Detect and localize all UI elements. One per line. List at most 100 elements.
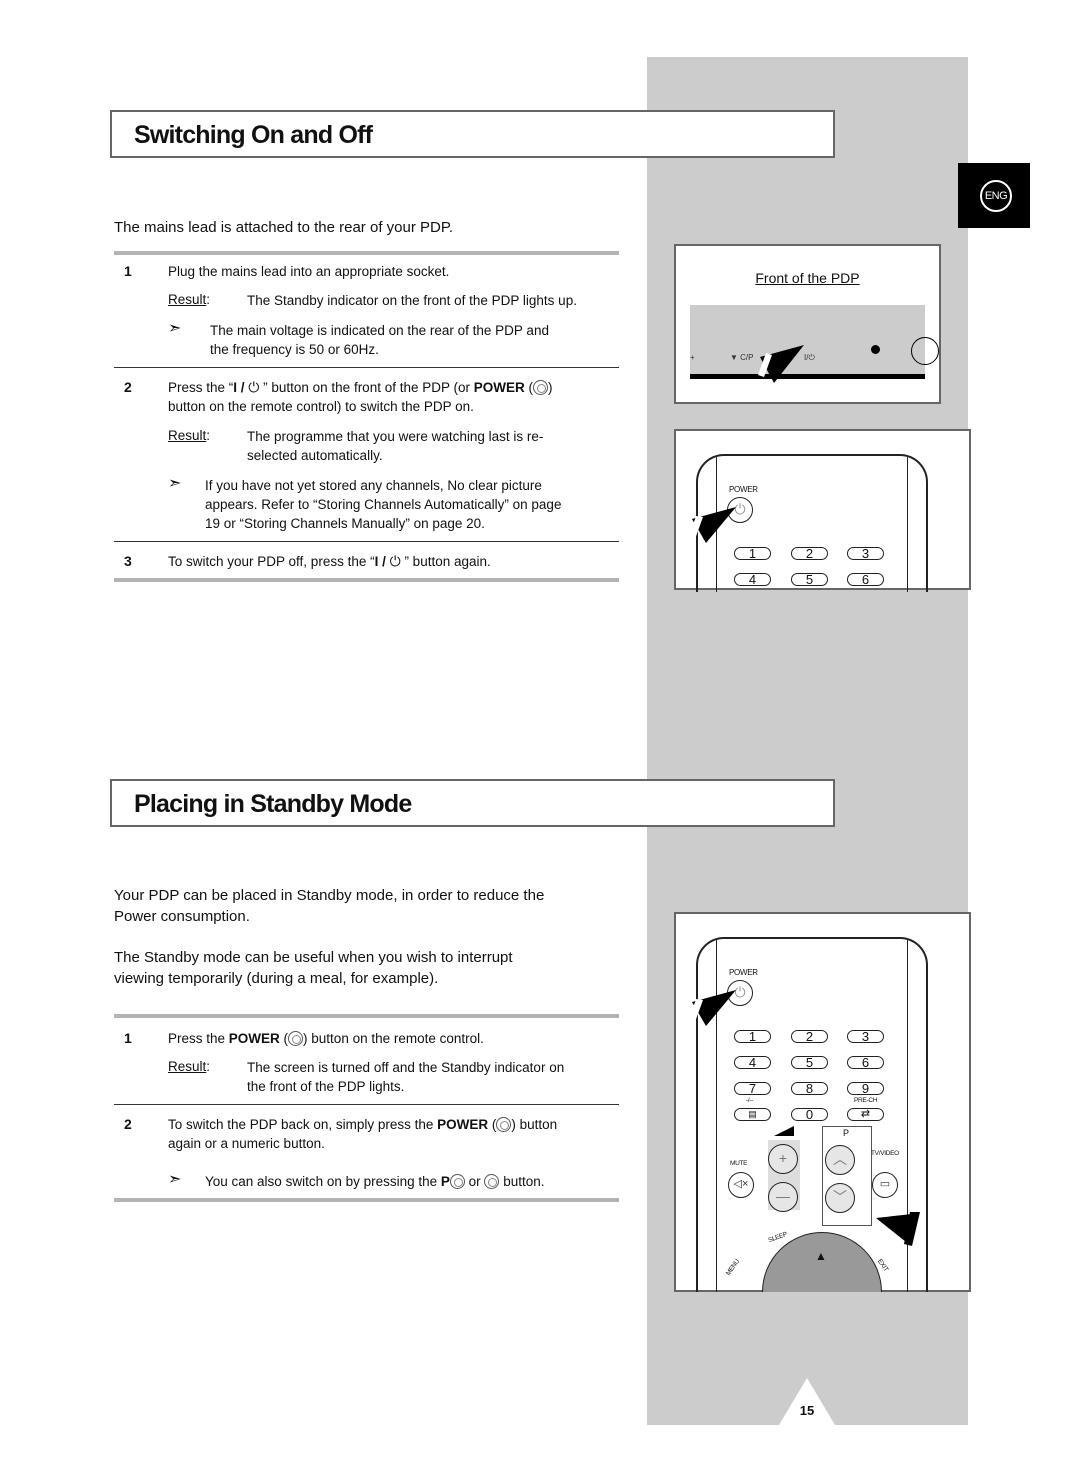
number-button-4[interactable]: 4	[734, 573, 771, 586]
text-fragment: To switch your PDP off, press the “	[168, 554, 375, 569]
channel-up-icon	[449, 1174, 465, 1189]
divider-thin	[114, 367, 619, 368]
tvvideo-button[interactable]: ▭	[872, 1172, 898, 1198]
standby-icon: ⏻	[389, 553, 401, 569]
p-label: P	[440, 1174, 450, 1189]
panel-sensor-icon	[911, 337, 939, 365]
text-fragment: (	[524, 380, 534, 395]
number-button-1[interactable]: 1	[734, 1030, 771, 1043]
dash-button[interactable]: ▤	[734, 1108, 771, 1121]
prech-button[interactable]: ⇄	[847, 1108, 884, 1121]
channel-up-button[interactable]: ︿	[825, 1145, 855, 1175]
text-fragment: or	[464, 1174, 485, 1189]
number-button-6[interactable]: 6	[847, 1056, 884, 1069]
step-number: 3	[124, 553, 132, 569]
note-text: You can also switch on by pressing the P…	[205, 1172, 544, 1191]
section-header-standby: Placing in Standby Mode	[110, 779, 835, 827]
result-text: The Standby indicator on the front of th…	[247, 293, 577, 308]
step-number: 1	[124, 1030, 132, 1046]
number-button-0[interactable]: 0	[791, 1108, 828, 1121]
channel-down-button[interactable]: ﹀	[825, 1183, 855, 1213]
section-intro: The Standby mode can be useful when you …	[114, 949, 513, 966]
power-label: POWER	[228, 1031, 280, 1046]
result-label: Result	[168, 292, 210, 307]
number-button-6[interactable]: 6	[847, 573, 884, 586]
result-label: Result	[168, 428, 210, 443]
channel-down-icon	[484, 1174, 500, 1189]
result-text: The screen is turned off and the Standby…	[247, 1060, 565, 1075]
p-label: P	[843, 1128, 849, 1138]
divider-thick	[114, 1014, 619, 1018]
language-tab-label: ENG	[980, 180, 1012, 212]
language-tab: ENG	[958, 163, 1030, 228]
note-arrow-icon: ➣	[168, 320, 182, 337]
result-text: the front of the PDP lights.	[247, 1079, 405, 1094]
channel-group: P ︿ ﹀	[822, 1126, 872, 1226]
up-arrow-icon: ▲	[815, 1249, 827, 1263]
step-text: To switch the PDP back on, simply press …	[168, 1115, 557, 1134]
number-button-3[interactable]: 3	[847, 1030, 884, 1043]
pointer-arrow-icon	[689, 507, 736, 543]
number-button-1[interactable]: 1	[734, 547, 771, 560]
panel-label-plus: +	[690, 353, 695, 362]
result-text: The programme that you were watching las…	[247, 429, 544, 444]
panel-label-channel: ▼ C/P	[730, 353, 754, 362]
power-button-icon	[288, 1031, 304, 1046]
number-button-8[interactable]: 8	[791, 1082, 828, 1095]
result-label: Result	[168, 1059, 210, 1074]
section-intro: The mains lead is attached to the rear o…	[114, 219, 454, 236]
number-button-9[interactable]: 9	[847, 1082, 884, 1095]
standby-indicator-icon	[871, 345, 880, 354]
text-fragment: ) button	[511, 1117, 558, 1132]
number-button-5[interactable]: 5	[791, 1056, 828, 1069]
figure-caption: Front of the PDP	[755, 270, 860, 286]
tvvideo-label: TV/VIDEO	[871, 1150, 899, 1157]
volume-up-button[interactable]: +	[768, 1144, 798, 1174]
number-button-2[interactable]: 2	[791, 547, 828, 560]
figure-remote-power: POWER 1 2 3 4 5 6	[674, 429, 971, 592]
step-text: Plug the mains lead into an appropriate …	[168, 264, 450, 279]
divider-thick	[114, 251, 619, 255]
section-title: Placing in Standby Mode	[134, 790, 412, 818]
section-intro: viewing temporarily (during a meal, for …	[114, 970, 439, 987]
step-text: Press the POWER ( ) button on the remote …	[168, 1029, 484, 1048]
number-button-4[interactable]: 4	[734, 1056, 771, 1069]
number-button-3[interactable]: 3	[847, 547, 884, 560]
number-button-5[interactable]: 5	[791, 573, 828, 586]
step-number: 2	[124, 1116, 132, 1132]
text-fragment: Press the “	[168, 380, 234, 395]
text-fragment: ) button on the remote control.	[303, 1031, 484, 1046]
number-button-7[interactable]: 7	[734, 1082, 771, 1095]
text-fragment: (	[279, 1031, 289, 1046]
note-text: The main voltage is indicated on the rea…	[210, 323, 549, 338]
step-text: To switch your PDP off, press the “I / ⏻…	[168, 552, 491, 571]
step-number: 1	[124, 263, 132, 279]
note-text: appears. Refer to “Storing Channels Auto…	[205, 497, 562, 512]
divider-thick	[114, 1198, 619, 1202]
step-text: again or a numeric button.	[168, 1136, 325, 1151]
number-button-2[interactable]: 2	[791, 1030, 828, 1043]
pointer-arrow-icon	[689, 990, 736, 1026]
step-number: 2	[124, 379, 132, 395]
power-label: POWER	[729, 968, 758, 977]
text-fragment: Press the	[168, 1031, 229, 1046]
text-fragment: ” button on the front of the PDP (or	[259, 380, 474, 395]
note-text: If you have not yet stored any channels,…	[205, 478, 542, 493]
page-number: 15	[799, 1403, 815, 1418]
button-label: I /	[374, 554, 390, 569]
power-label: POWER	[437, 1117, 489, 1132]
step-text: button on the remote control) to switch …	[168, 399, 474, 414]
power-label: POWER	[729, 485, 758, 494]
divider-thick	[114, 578, 619, 582]
divider-thin	[114, 541, 619, 542]
divider-thin	[114, 1104, 619, 1105]
mute-button[interactable]: ◁×	[728, 1172, 754, 1198]
volume-down-button[interactable]: —	[768, 1182, 798, 1212]
text-fragment: )	[548, 380, 553, 395]
section-intro: Your PDP can be placed in Standby mode, …	[114, 887, 545, 904]
section-intro: Power consumption.	[114, 908, 250, 925]
power-button-icon	[533, 380, 549, 395]
dash-label: -/--	[746, 1097, 754, 1104]
figure-front-of-pdp: Front of the PDP + ▼ C/P I/⏻	[674, 244, 941, 404]
text-fragment: You can also switch on by pressing the	[205, 1174, 441, 1189]
